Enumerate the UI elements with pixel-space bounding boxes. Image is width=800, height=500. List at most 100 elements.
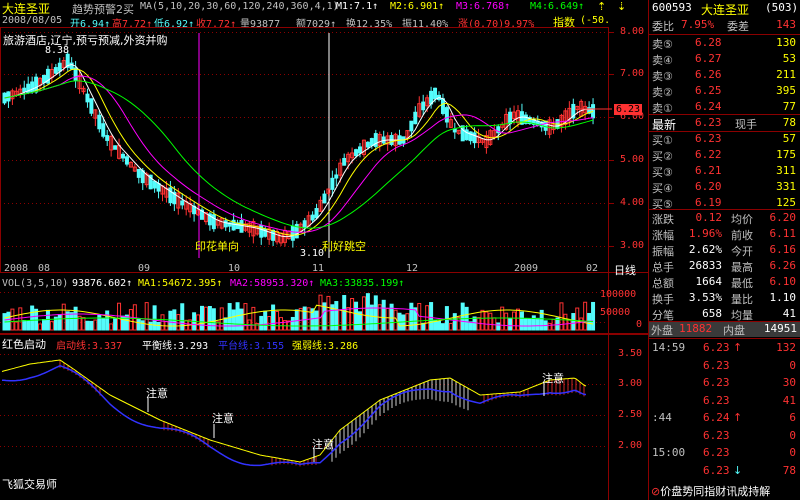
bids-label: 买② <box>652 150 673 163</box>
stat-label: 总额 <box>652 277 674 290</box>
price-tick-label: 5.00 <box>620 154 645 165</box>
stat-value: 0.12 <box>695 211 723 224</box>
stat-value: 658 <box>702 307 722 320</box>
weibi-row: 委比 7.95% 委差 143 <box>651 18 798 33</box>
tick-price: 6.23 <box>703 446 730 459</box>
note-label-1: 注意 <box>146 387 168 400</box>
period-label[interactable]: 日线 <box>614 262 636 278</box>
price-tick-label: 3.00 <box>620 240 645 251</box>
stat-value: 1.10 <box>769 291 797 304</box>
asks-price: 6.25 <box>695 84 722 97</box>
tick-row: 6.23 ↓ 78 <box>651 464 798 479</box>
bids-label: 买③ <box>652 166 673 179</box>
tick-row: 6.23 41 <box>651 394 798 409</box>
asks-row[interactable]: 卖④ 6.27 53 <box>651 52 798 67</box>
asks-volume: 53 <box>782 52 796 65</box>
ind-tick-label: 3.00 <box>618 378 643 389</box>
stock-code: 600593 <box>652 1 692 14</box>
tick-row: :44 6.24 ↑ 6 <box>651 411 798 426</box>
price-tick-label: 7.00 <box>620 68 645 79</box>
asks-label: 卖② <box>652 86 673 99</box>
weicha-value: 143 <box>776 18 796 31</box>
bids-volume: 331 <box>776 180 796 193</box>
tick-price: 6.23 <box>703 393 730 407</box>
vol-value: 93876.602↑ <box>72 278 133 289</box>
stat-row: 涨跌 0.12 均价 6.20 <box>651 211 798 226</box>
weibi-value: 7.95% <box>681 18 715 31</box>
bids-volume: 175 <box>776 148 796 161</box>
stat-row: 涨幅 1.96% 前收 6.11 <box>651 227 798 242</box>
tick-volume: 132 <box>776 341 796 354</box>
tick-volume: 41 <box>782 393 796 407</box>
stat-row: 分笔 658 均量 41 <box>651 307 798 322</box>
bids-price: 6.23 <box>695 132 722 145</box>
asks-row[interactable]: 卖⑤ 6.28 130 <box>651 36 798 51</box>
date-tick-label: 08 <box>38 263 51 274</box>
tick-price: 6.23 <box>703 376 730 389</box>
date-tick-label: 09 <box>138 263 151 274</box>
neipan-label: 内盘 <box>723 324 745 337</box>
bids-label: 买④ <box>652 182 673 195</box>
date-tick-label: 02 <box>586 263 599 274</box>
date-tick-label: 2008 <box>4 263 29 274</box>
date-tick-label: 2009 <box>514 263 539 274</box>
tick-row: 6.23 30 <box>651 376 798 391</box>
stat-label: 换手 <box>652 293 674 306</box>
xianshou-label: 现手 <box>735 118 757 131</box>
xianshou-value: 78 <box>782 116 796 129</box>
tick-price: 6.23 <box>703 341 730 354</box>
tick-time: :44 <box>652 411 672 424</box>
note-label-2: 注意 <box>212 412 234 425</box>
stat-row: 总额 1664 最低 6.10 <box>651 275 798 290</box>
vol-tick-label: 0 <box>636 319 643 330</box>
stat-value: 26833 <box>688 259 722 272</box>
footer-warning-icon: ⊘ <box>651 485 661 498</box>
asks-price: 6.24 <box>695 100 722 113</box>
neipan-value: 14951 <box>763 322 797 335</box>
date-tick-label: 12 <box>406 263 419 274</box>
asks-price: 6.26 <box>695 68 722 81</box>
yinhua-annotation: 印花单向 <box>195 240 239 253</box>
stat-label: 最高 <box>731 261 753 274</box>
tick-arrow-icon: ↑ <box>733 341 743 354</box>
bids-row[interactable]: 买① 6.23 57 <box>651 132 798 147</box>
vol-tick-label: 100000 <box>600 289 637 300</box>
asks-row[interactable]: 卖① 6.24 77 <box>651 100 798 115</box>
bids-price: 6.22 <box>695 148 722 161</box>
stat-value: 6.16 <box>769 243 797 256</box>
bids-row[interactable]: 买③ 6.21 311 <box>651 164 798 179</box>
stat-value: 6.10 <box>769 275 797 288</box>
tick-time: 14:59 <box>652 341 686 354</box>
tick-volume: 6 <box>789 411 796 424</box>
stat-label: 最低 <box>731 277 753 290</box>
chart-area[interactable]: 大连圣亚 趋势预警2买 MA(5,10,20,30,60,120,240,360… <box>0 0 648 500</box>
stat-value: 41 <box>782 307 796 320</box>
note-label-4: 注意 <box>542 372 564 385</box>
bids-row[interactable]: 买④ 6.20 331 <box>651 180 798 195</box>
latest-price: 6.23 <box>695 116 722 129</box>
tick-volume: 0 <box>789 428 796 442</box>
date-tick-label: 10 <box>228 263 241 274</box>
price-tick-label: 4.00 <box>620 197 645 208</box>
asks-volume: 77 <box>782 100 796 113</box>
stat-value: 2.62% <box>688 243 722 256</box>
vol-ma1: MA1:54672.395↑ <box>138 278 223 289</box>
bids-row[interactable]: 买② 6.22 175 <box>651 148 798 163</box>
ind-tick-label: 2.00 <box>618 440 643 451</box>
pingtai-line: 平台线:3.155 <box>218 341 285 352</box>
pingheng-line: 平衡线:3.293 <box>142 341 209 352</box>
tick-row: 6.23 0 <box>651 359 798 374</box>
weibi-label: 委比 <box>652 20 674 33</box>
asks-row[interactable]: 卖③ 6.26 211 <box>651 68 798 83</box>
waipan-value: 11882 <box>679 322 713 335</box>
quote-header: 600593 大连圣亚 (503) <box>651 1 798 17</box>
asks-row[interactable]: 卖② 6.25 395 <box>651 84 798 99</box>
footer-tabs[interactable]: ⊘价盘势同指财讯成持解 <box>651 483 770 499</box>
stat-row: 总手 26833 最高 6.26 <box>651 259 798 274</box>
latest-row: 最新 6.23 现手 78 <box>651 116 798 132</box>
asks-volume: 395 <box>776 84 796 97</box>
tick-arrow-icon: ↓ <box>733 463 743 477</box>
bids-price: 6.19 <box>695 196 722 209</box>
quote-panel: 600593 大连圣亚 (503) 委比 7.95% 委差 143 卖⑤ 6.28… <box>648 0 800 500</box>
vol-title: VOL(3,5,10) <box>2 278 69 289</box>
